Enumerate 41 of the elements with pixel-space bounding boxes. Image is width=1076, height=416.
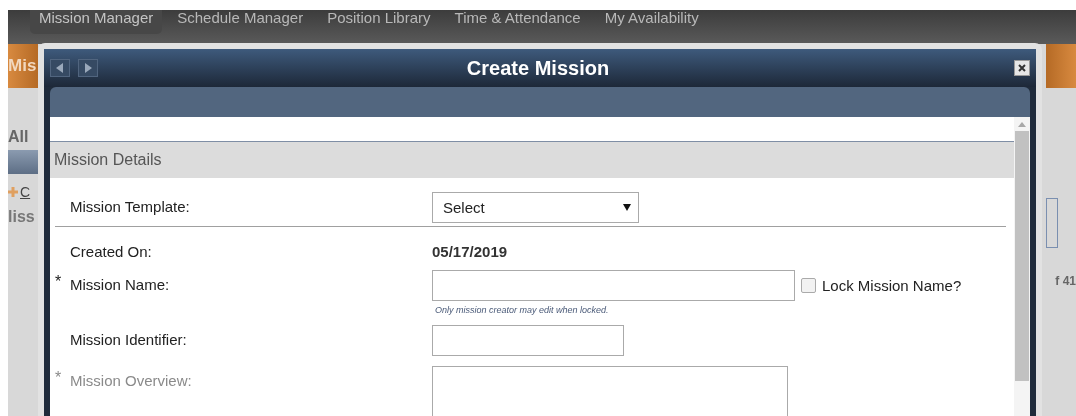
field-label: Mission Template: — [70, 197, 191, 215]
right-triangle-icon — [84, 63, 92, 73]
nav-tab[interactable]: Schedule Manager — [168, 10, 313, 34]
text-field[interactable] — [432, 270, 795, 301]
filter-label: All — [8, 128, 30, 146]
panel-frame — [1046, 198, 1058, 248]
scroll-up-icon[interactable] — [1018, 122, 1026, 127]
table-header-bar — [8, 150, 38, 174]
text-field[interactable] — [432, 325, 624, 356]
nav-tab[interactable]: Position Library — [318, 10, 440, 34]
field-label: Created On: — [70, 242, 153, 260]
field-label: Mission Identifier: — [70, 330, 188, 348]
created-date: 05/17/2019 — [432, 242, 508, 260]
close-button[interactable] — [1014, 60, 1030, 76]
dialog-title: Create Mission — [465, 56, 611, 80]
lock-checkbox[interactable] — [801, 278, 816, 293]
page-title-banner: Mis — [8, 44, 38, 88]
left-triangle-icon — [56, 63, 64, 73]
field-hint: Only mission creator may edit when locked. — [435, 305, 610, 315]
field-label: Mission Overview: — [70, 371, 193, 389]
scrollbar[interactable] — [1014, 117, 1030, 416]
nav-tab[interactable]: Time & Attendance — [445, 10, 590, 34]
caret-icon — [623, 204, 631, 211]
nav-tab[interactable]: Mission Manager — [30, 10, 163, 34]
template-dropdown[interactable]: Select — [432, 192, 639, 223]
nav-tab[interactable]: My Availability — [595, 10, 708, 34]
previous-button[interactable] — [50, 59, 70, 77]
field-label: Mission Name: — [70, 275, 171, 293]
section-header: Mission Details — [50, 141, 1014, 178]
required-asterisk: * — [55, 272, 63, 291]
close-icon — [1018, 64, 1026, 72]
page-title-banner — [1046, 44, 1076, 88]
add-link[interactable]: C — [20, 184, 31, 200]
pager-text: f 41 — [1054, 274, 1076, 288]
required-asterisk: * — [55, 368, 63, 387]
scrollbar-thumb[interactable] — [1015, 131, 1029, 381]
overview-field[interactable] — [432, 366, 788, 416]
checkbox-label: Lock Mission Name? — [822, 277, 962, 294]
next-button[interactable] — [78, 59, 98, 77]
plus-icon — [8, 187, 18, 197]
section-label: liss — [8, 208, 36, 226]
